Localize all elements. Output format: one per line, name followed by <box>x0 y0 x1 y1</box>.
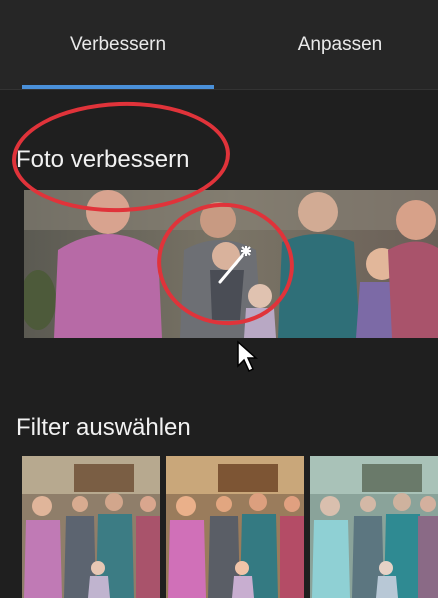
filter-thumbnail-1[interactable] <box>22 456 160 598</box>
filter-thumbnail-strip <box>22 456 438 598</box>
tab-bar: Verbessern Anpassen <box>0 0 438 90</box>
photo-edit-panel: Verbessern Anpassen Foto verbessern Filt… <box>0 0 438 598</box>
filter-preview-image <box>166 456 304 598</box>
filters-title: Filter auswählen <box>16 414 191 441</box>
filter-preview-image <box>310 456 438 598</box>
tab-verbessern[interactable]: Verbessern <box>22 34 214 74</box>
mouse-cursor-icon <box>237 340 258 373</box>
filter-thumbnail-2[interactable] <box>166 456 304 598</box>
filter-thumbnail-3[interactable] <box>310 456 438 598</box>
filter-preview-image <box>22 456 160 598</box>
tab-divider <box>0 89 438 90</box>
tab-anpassen[interactable]: Anpassen <box>250 34 430 74</box>
